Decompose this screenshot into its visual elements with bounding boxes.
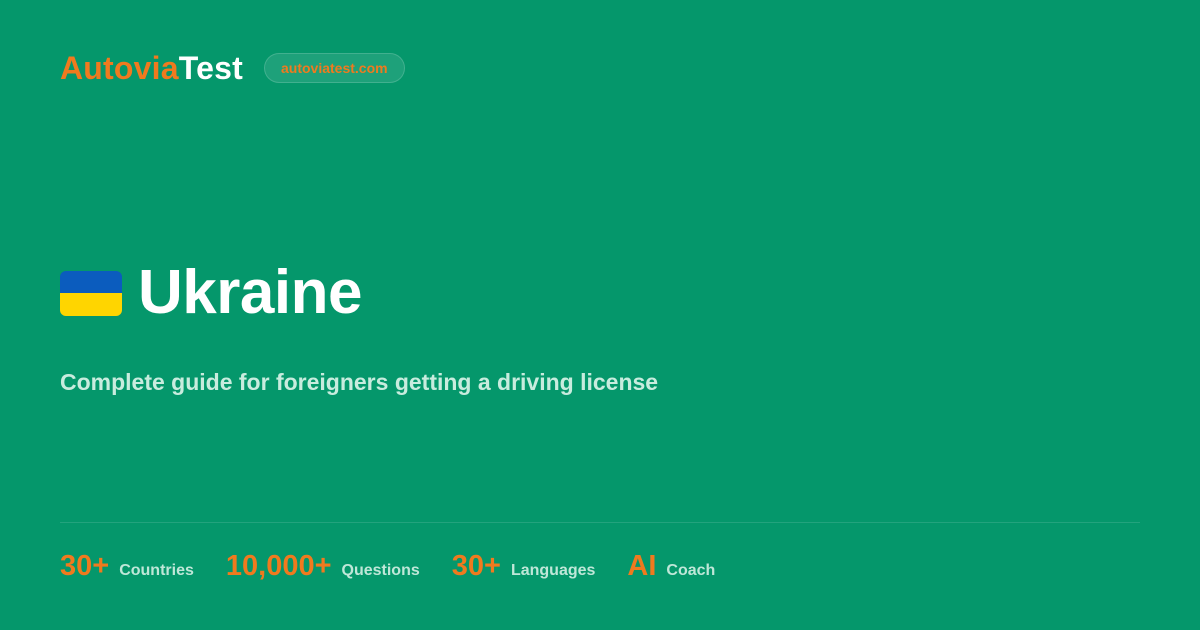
brand-logo: AutoviaTest (60, 48, 243, 88)
title-row: Ukraine (60, 258, 362, 328)
stat-languages: 30+ Languages (452, 546, 596, 586)
stat-label: Coach (666, 562, 716, 579)
header: AutoviaTest autoviatest.com (60, 48, 405, 88)
stat-coach: AI Coach (627, 546, 715, 586)
logo-text-autovia: Autovia (60, 50, 179, 86)
stat-value: 10,000+ (225, 550, 332, 582)
stat-label: Countries (119, 562, 194, 579)
page-subtitle: Complete guide for foreigners getting a … (60, 369, 659, 395)
stat-label: Questions (341, 562, 420, 579)
stat-value: 30+ (60, 550, 110, 582)
divider (60, 522, 1140, 523)
stat-questions: 10,000+ Questions (226, 546, 420, 586)
stat-countries: 30+ Countries (60, 546, 194, 586)
ukraine-flag-icon (60, 270, 122, 316)
flag-yellow-stripe (60, 293, 122, 316)
logo-text-test: Test (178, 50, 243, 86)
domain-badge: autoviatest.com (263, 53, 405, 83)
page-title: Ukraine (138, 258, 362, 327)
stats-row: 30+ Countries 10,000+ Questions 30+ Lang… (60, 546, 747, 586)
stat-value: 30+ (451, 550, 501, 582)
flag-blue-stripe (60, 270, 122, 293)
og-card: AutoviaTest autoviatest.com Ukraine Comp… (0, 0, 1200, 630)
stat-value: AI (627, 550, 657, 582)
stat-label: Languages (510, 562, 596, 579)
